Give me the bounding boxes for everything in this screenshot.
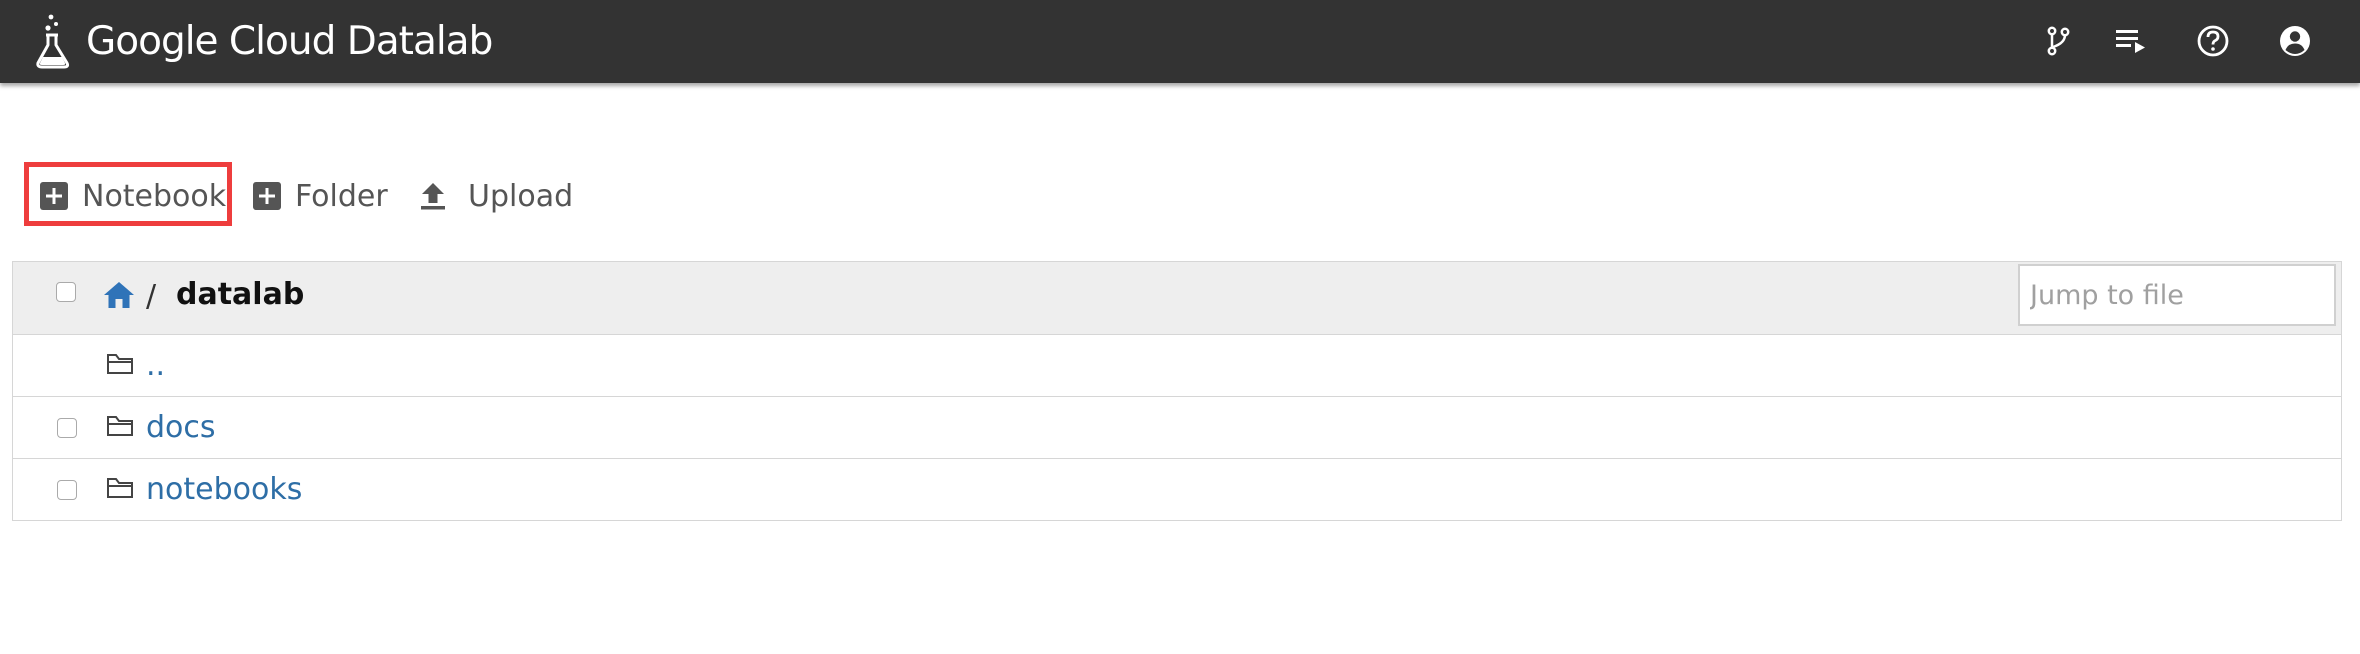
folder-link-notebooks[interactable]: notebooks	[146, 472, 302, 507]
row-checkbox[interactable]	[57, 480, 77, 500]
breadcrumb: / datalab	[13, 262, 2341, 335]
parent-folder-link[interactable]: ..	[146, 348, 165, 383]
top-navigation-bar: Google Cloud Datalab	[0, 0, 2360, 83]
brand-logo[interactable]: Google Cloud Datalab	[34, 6, 493, 76]
help-icon[interactable]	[2190, 18, 2236, 64]
jump-to-file-input[interactable]	[2018, 264, 2336, 326]
row-checkbox[interactable]	[57, 418, 77, 438]
plus-box-icon	[253, 182, 281, 210]
upload-icon	[420, 181, 446, 211]
table-row[interactable]: notebooks	[13, 459, 2341, 521]
select-all-checkbox[interactable]	[56, 282, 76, 302]
account-icon[interactable]	[2272, 18, 2318, 64]
folder-icon	[106, 476, 134, 504]
breadcrumb-current-folder: datalab	[176, 277, 305, 312]
playlist-icon[interactable]	[2108, 18, 2154, 64]
folder-icon	[106, 352, 134, 380]
folder-link-docs[interactable]: docs	[146, 410, 216, 445]
git-branch-icon[interactable]	[2035, 18, 2081, 64]
upload-button[interactable]: Upload	[420, 160, 573, 232]
upload-label: Upload	[468, 178, 574, 214]
app-title: Google Cloud Datalab	[86, 18, 493, 64]
table-row[interactable]: ..	[13, 335, 2341, 397]
folder-icon	[106, 414, 134, 442]
new-folder-button[interactable]: Folder	[253, 160, 388, 232]
new-folder-label: Folder	[295, 178, 388, 214]
breadcrumb-separator: /	[146, 279, 157, 314]
file-browser-table: / datalab .. docs note	[12, 261, 2342, 521]
home-icon[interactable]	[103, 280, 135, 314]
notebook-highlight-box	[24, 162, 232, 226]
flask-icon	[34, 13, 72, 69]
table-row[interactable]: docs	[13, 397, 2341, 459]
